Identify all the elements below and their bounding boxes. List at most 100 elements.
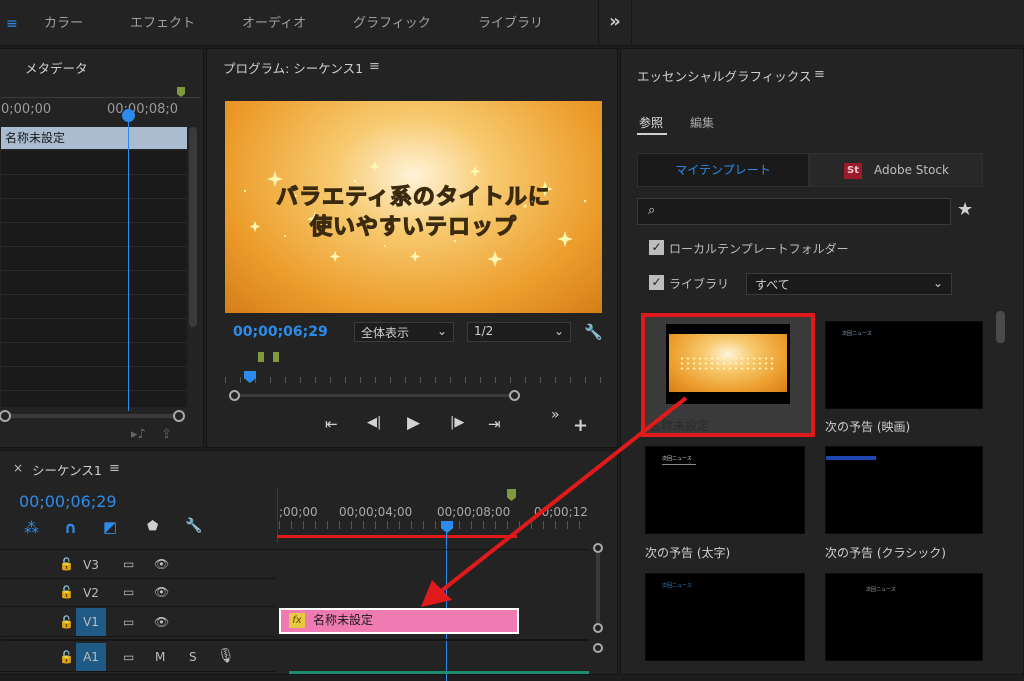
template-thumb-bold[interactable]: 次回ニュース: [645, 446, 805, 534]
templates-scrollbar[interactable]: [996, 311, 1005, 343]
source-time-left: 0;00;00: [1, 102, 52, 117]
source-playhead[interactable]: [122, 109, 135, 122]
program-zoom-handle-right[interactable]: [509, 390, 520, 401]
video-vscroll[interactable]: [596, 553, 600, 623]
track-label-v1[interactable]: V1: [76, 608, 106, 636]
more-controls-icon[interactable]: »: [551, 407, 560, 423]
resolution-select[interactable]: 1/2 ⌄: [467, 322, 571, 342]
vscroll-handle-mid[interactable]: [593, 623, 603, 633]
my-templates-button[interactable]: マイテンプレート: [637, 153, 809, 187]
timeline-settings-wrench-icon[interactable]: 🔧: [185, 518, 202, 534]
go-to-out-icon[interactable]: ⇥: [488, 415, 501, 433]
program-title[interactable]: プログラム: シーケンス1: [223, 58, 363, 77]
library-checkbox[interactable]: ✓: [649, 275, 664, 290]
track-label-v2[interactable]: V2: [76, 581, 106, 605]
essential-graphics-menu-icon[interactable]: ≡: [814, 67, 825, 82]
lock-icon[interactable]: 🔓: [59, 585, 74, 599]
fit-select-value: 全体表示: [361, 326, 410, 340]
timeline-title[interactable]: シーケンス1: [32, 460, 102, 479]
play-icon[interactable]: ▶: [407, 413, 420, 433]
template-thumb-movie[interactable]: 次回ニュース: [825, 321, 983, 409]
program-menu-icon[interactable]: ≡: [369, 59, 380, 74]
vscroll-handle-audio[interactable]: [593, 643, 603, 653]
template-thumb-classic[interactable]: [825, 446, 983, 534]
lock-icon[interactable]: 🔓: [59, 557, 74, 571]
eye-icon[interactable]: 👁: [154, 585, 169, 599]
sync-lock-icon[interactable]: ▭: [123, 557, 134, 571]
workspace-tab-color[interactable]: カラー: [44, 12, 83, 31]
program-ruler-ticks: [225, 377, 602, 383]
program-zoom-handle-left[interactable]: [229, 390, 240, 401]
solo-button[interactable]: S: [189, 650, 197, 664]
template-thumb-5[interactable]: 次回ニュース: [645, 573, 805, 661]
chevron-down-icon: ⌄: [436, 324, 447, 338]
add-button-icon[interactable]: +: [573, 415, 588, 436]
linked-selection-icon[interactable]: ◩: [103, 518, 117, 536]
workspace-tab-effects[interactable]: エフェクト: [130, 12, 195, 31]
template-search-input[interactable]: ⌕: [637, 198, 951, 225]
thumb-line-bold: [662, 464, 696, 465]
more-workspaces-button[interactable]: »: [598, 0, 632, 46]
local-folder-label: ローカルテンプレートフォルダー: [669, 242, 849, 256]
template-thumb-6[interactable]: 次回ニュース: [825, 573, 983, 661]
lock-icon[interactable]: 🔓: [59, 650, 74, 664]
program-zoom-bar[interactable]: [235, 394, 515, 397]
source-zoom-handle-left[interactable]: [0, 410, 11, 422]
metadata-tab[interactable]: メタデータ: [25, 58, 88, 77]
thumb-bar-classic: [826, 456, 876, 460]
source-panel: メタデータ 0;00;00 00;00;08;0 名称未設定 ▸♪ ⇪: [0, 48, 204, 448]
eye-icon[interactable]: 👁: [154, 615, 169, 629]
fx-badge: fx: [289, 613, 305, 628]
adobe-stock-button[interactable]: St Adobe Stock: [809, 153, 983, 187]
program-video-frame[interactable]: バラエティ系のタイトルに 使いやすいテロップ: [225, 101, 602, 313]
eye-icon[interactable]: 👁: [154, 557, 169, 571]
tab-edit[interactable]: 編集: [690, 114, 714, 131]
thumb-text-movie: 次回ニュース: [842, 331, 872, 337]
timeline-menu-icon[interactable]: ≡: [109, 461, 120, 476]
snap-magnet-icon[interactable]: ∩: [64, 518, 77, 537]
local-folder-checkbox[interactable]: ✓: [649, 240, 664, 255]
source-clip-label: 名称未設定: [5, 131, 66, 145]
timeline-clip[interactable]: fx 名称未設定: [279, 608, 519, 634]
star-icon[interactable]: ★: [957, 199, 973, 220]
go-to-in-icon[interactable]: ⇤: [325, 415, 338, 433]
step-back-icon[interactable]: ◀|: [367, 415, 381, 430]
template-caption-classic: 次の予告 (クラシック): [825, 546, 946, 560]
timeline-timecode[interactable]: 00;00;06;29: [19, 492, 117, 511]
timeline-panel: × シーケンス1 ≡ 00;00;06;29 ⁂ ∩ ◩ ⬟ 🔧 ;00;00 …: [0, 450, 618, 681]
source-scrollbar[interactable]: [189, 127, 197, 327]
fit-select[interactable]: 全体表示 ⌄: [354, 322, 454, 342]
mute-button[interactable]: M: [155, 650, 165, 664]
step-forward-icon[interactable]: |▶: [450, 415, 464, 430]
workspace-menu-icon[interactable]: ≡: [6, 16, 18, 32]
sync-lock-icon[interactable]: ▭: [123, 585, 134, 599]
microphone-icon[interactable]: 🎙: [217, 648, 235, 664]
track-header-v1: 🔓 V1 ▭ 👁: [0, 607, 276, 637]
lock-icon[interactable]: 🔓: [59, 615, 74, 629]
source-clip-bar[interactable]: 名称未設定: [1, 127, 187, 149]
workspace-tab-graphics[interactable]: グラフィック: [353, 12, 431, 31]
essential-graphics-title[interactable]: エッセンシャルグラフィックス: [637, 66, 811, 85]
sync-lock-icon[interactable]: ▭: [123, 650, 134, 664]
source-zoom-bar[interactable]: [1, 414, 181, 418]
source-ruler-line: [1, 97, 201, 98]
close-icon[interactable]: ×: [13, 461, 23, 475]
workspace-tab-libraries[interactable]: ライブラリ: [478, 12, 543, 31]
timeline-playhead[interactable]: [441, 521, 453, 533]
sync-lock-icon[interactable]: ▭: [123, 615, 134, 629]
program-timecode[interactable]: 00;00;06;29: [233, 324, 328, 340]
track-label-v3[interactable]: V3: [76, 553, 106, 577]
work-area-bar[interactable]: [277, 535, 517, 538]
library-select[interactable]: すべて ⌄: [746, 273, 952, 295]
vscroll-handle-top[interactable]: [593, 543, 603, 553]
wrench-icon[interactable]: 🔧: [584, 323, 603, 341]
snap-nest-icon[interactable]: ⁂: [24, 519, 39, 537]
source-zoom-handle-right[interactable]: [173, 410, 185, 422]
insert-icon[interactable]: ▸♪: [131, 427, 146, 442]
add-marker-icon[interactable]: ⬟: [147, 519, 158, 534]
workspace-tab-audio[interactable]: オーディオ: [242, 12, 306, 31]
track-label-a1[interactable]: A1: [76, 643, 106, 671]
export-frame-icon[interactable]: ⇪: [161, 427, 172, 442]
tab-browse-underline: [637, 133, 667, 135]
tab-browse[interactable]: 参照: [639, 114, 663, 131]
